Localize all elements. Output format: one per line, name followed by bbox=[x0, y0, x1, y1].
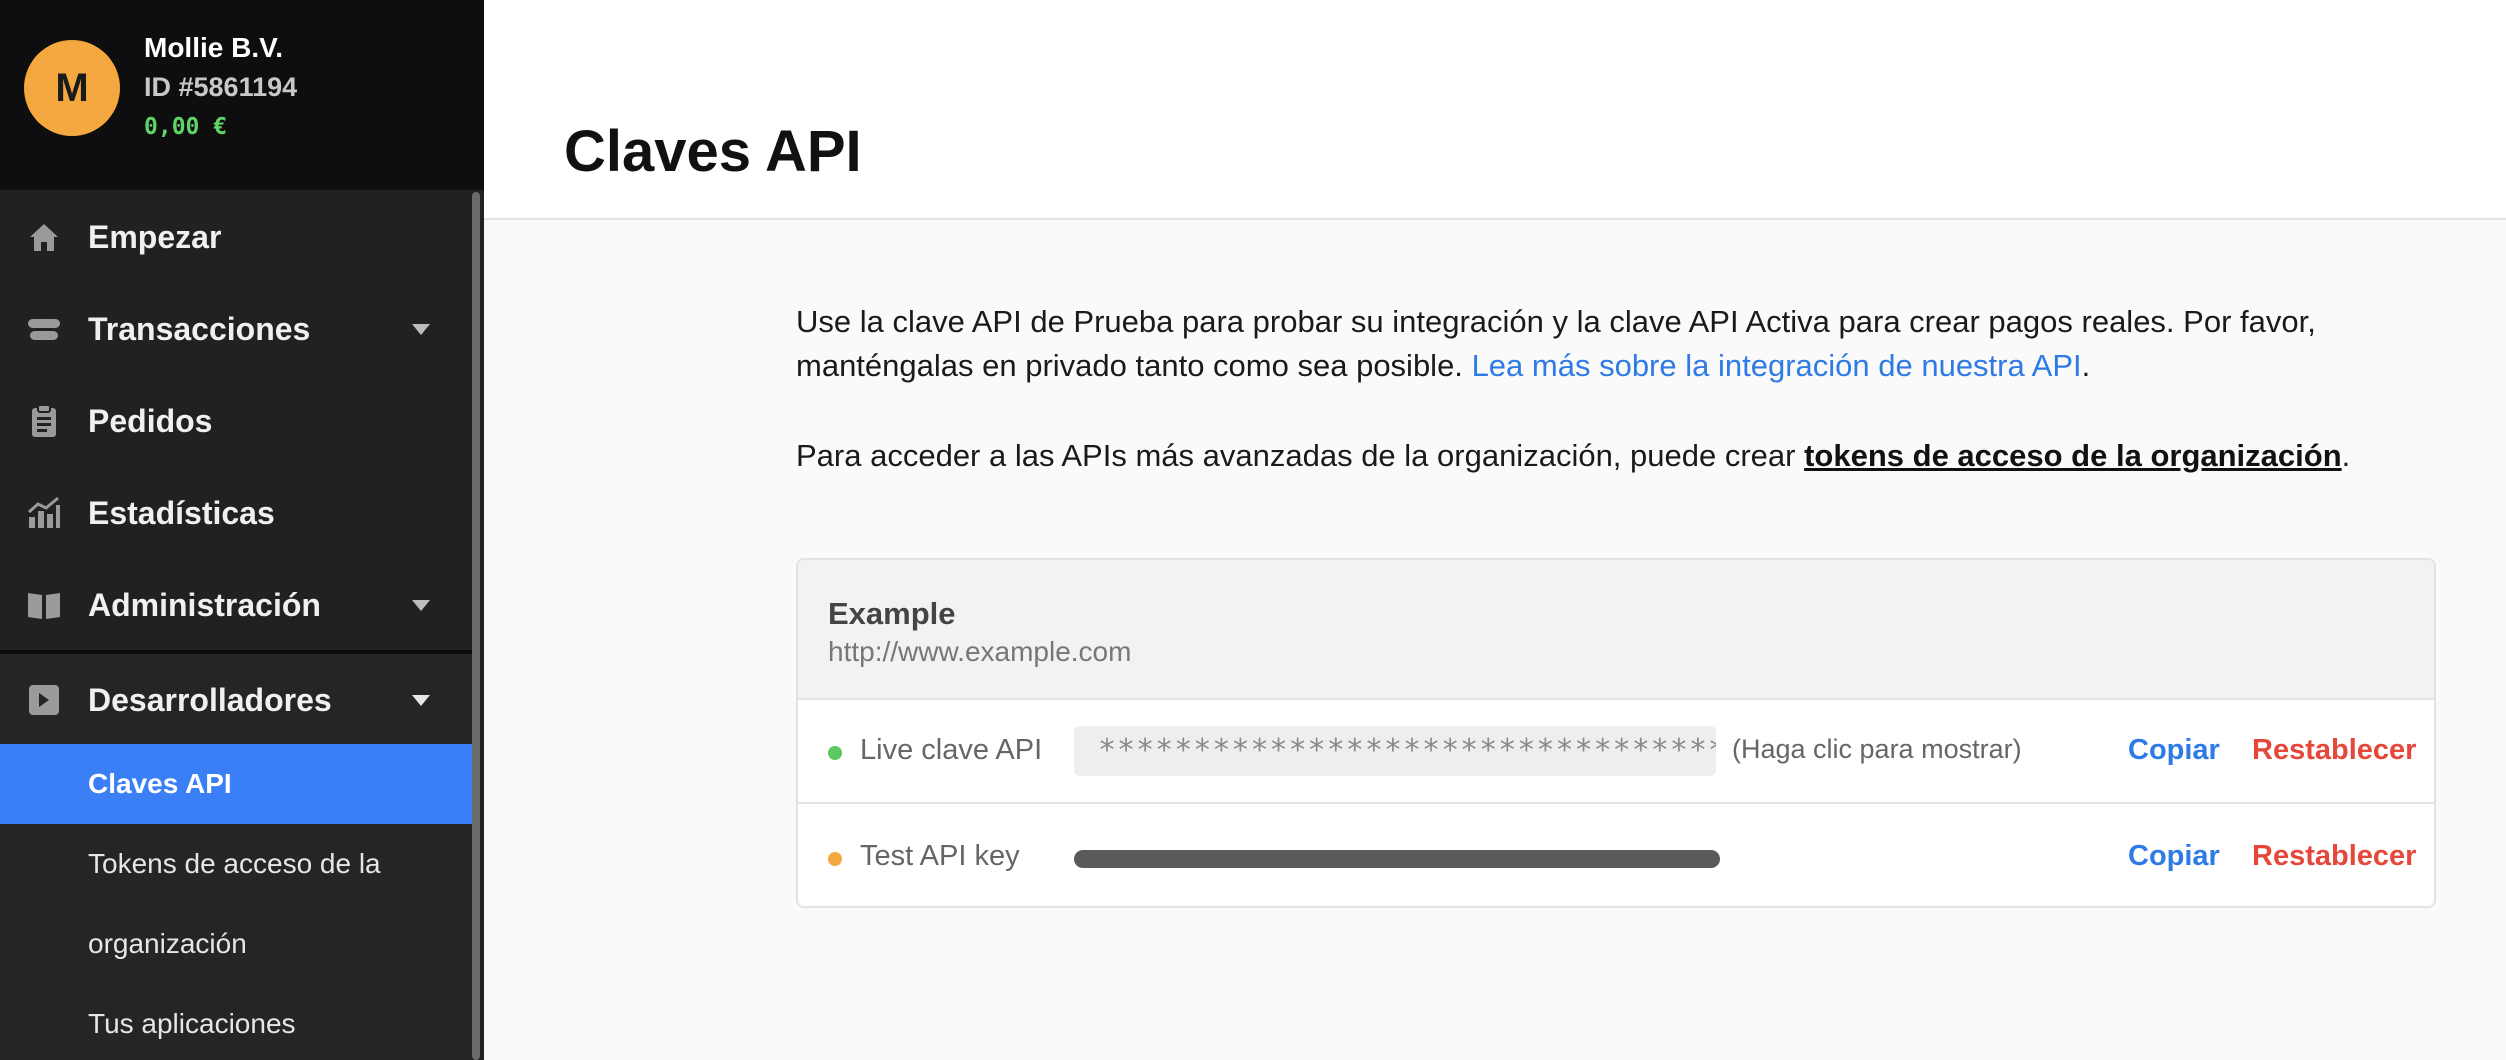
nav-item-administration[interactable]: Administración bbox=[0, 565, 472, 645]
profile-name: Example bbox=[828, 596, 956, 631]
sidebar-item-your-apps[interactable]: Tus aplicaciones bbox=[0, 984, 472, 1060]
sidebar-item-api-keys[interactable]: Claves API bbox=[0, 744, 472, 824]
sidebar: M Mollie B.V. ID #5861194 0,00 € Empezar… bbox=[0, 0, 484, 1060]
copy-test-key-button[interactable]: Copiar bbox=[2128, 840, 2220, 873]
nav-label-statistics: Estadísticas bbox=[88, 494, 275, 531]
test-status-dot bbox=[828, 852, 842, 866]
reset-live-key-button[interactable]: Restablecer bbox=[2252, 734, 2416, 767]
profile-header: Example http://www.example.com bbox=[798, 560, 2434, 700]
chevron-down-icon bbox=[412, 323, 430, 335]
account-header[interactable]: M Mollie B.V. ID #5861194 0,00 € bbox=[0, 0, 484, 190]
org-tokens-link[interactable]: tokens de acceso de la organización bbox=[1804, 438, 2342, 473]
nav-item-orders[interactable]: Pedidos bbox=[0, 381, 472, 461]
reveal-hint[interactable]: (Haga clic para mostrar) bbox=[1732, 734, 2022, 765]
page-header: Claves API bbox=[484, 0, 2506, 220]
organization-name: Mollie B.V. bbox=[144, 32, 284, 63]
org-paragraph: Para acceder a las APIs más avanzadas de… bbox=[796, 434, 2436, 478]
nav-item-developers[interactable]: Desarrolladores bbox=[0, 660, 472, 740]
nav-label-developers: Desarrolladores bbox=[88, 681, 332, 718]
live-key-row: Live clave API *************************… bbox=[798, 700, 2434, 804]
chart-icon bbox=[26, 495, 62, 531]
api-integration-link[interactable]: Lea más sobre la integración de nuestra … bbox=[1472, 348, 2082, 383]
intro-end: . bbox=[2081, 348, 2091, 383]
intro-section: Use la clave API de Prueba para probar s… bbox=[796, 300, 2436, 478]
sidebar-label-org-tokens-line1: Tokens de acceso de la bbox=[88, 848, 381, 879]
organization-id: ID #5861194 bbox=[144, 72, 298, 102]
nav-label-administration: Administración bbox=[88, 586, 321, 623]
profile-url: http://www.example.com bbox=[828, 636, 1132, 667]
page-title: Claves API bbox=[564, 119, 862, 184]
home-icon bbox=[26, 219, 62, 255]
developers-section: Desarrolladores Claves API Tokens de acc… bbox=[0, 650, 472, 1060]
nav-item-transactions[interactable]: Transacciones bbox=[0, 289, 472, 369]
chevron-down-icon bbox=[412, 599, 430, 611]
live-key-field[interactable]: *********************************** bbox=[1074, 726, 1716, 776]
sidebar-item-org-tokens[interactable]: Tokens de acceso de la organización bbox=[0, 824, 472, 984]
test-key-redacted[interactable] bbox=[1074, 850, 1720, 868]
book-icon bbox=[26, 587, 62, 623]
org-text: Para acceder a las APIs más avanzadas de… bbox=[796, 438, 1796, 473]
test-key-row: Test API key Copiar Restablecer bbox=[798, 806, 2434, 906]
live-key-label: Live clave API bbox=[860, 734, 1043, 766]
nav-item-start[interactable]: Empezar bbox=[0, 197, 472, 277]
sidebar-label-api-keys: Claves API bbox=[88, 768, 232, 799]
clipboard-icon bbox=[26, 403, 62, 439]
account-balance: 0,00 € bbox=[144, 114, 228, 140]
sidebar-label-org-tokens-line2: organización bbox=[88, 928, 247, 959]
copy-live-key-button[interactable]: Copiar bbox=[2128, 734, 2220, 767]
nav-label-transactions: Transacciones bbox=[88, 310, 311, 347]
developer-terminal-icon bbox=[26, 682, 62, 718]
chevron-down-icon bbox=[412, 694, 430, 706]
sidebar-label-your-apps: Tus aplicaciones bbox=[88, 1008, 296, 1039]
avatar: M bbox=[24, 40, 120, 136]
intro-paragraph: Use la clave API de Prueba para probar s… bbox=[796, 300, 2436, 388]
org-end: . bbox=[2341, 438, 2351, 473]
reset-test-key-button[interactable]: Restablecer bbox=[2252, 840, 2416, 873]
transactions-icon bbox=[26, 311, 62, 347]
nav-label-start: Empezar bbox=[88, 218, 222, 255]
nav-label-orders: Pedidos bbox=[88, 402, 213, 439]
website-profile-card: Example http://www.example.com Live clav… bbox=[796, 558, 2436, 908]
sidebar-scrollbar[interactable] bbox=[472, 192, 480, 1060]
live-status-dot bbox=[828, 746, 842, 760]
nav-item-statistics[interactable]: Estadísticas bbox=[0, 473, 472, 553]
test-key-label: Test API key bbox=[860, 840, 1020, 872]
